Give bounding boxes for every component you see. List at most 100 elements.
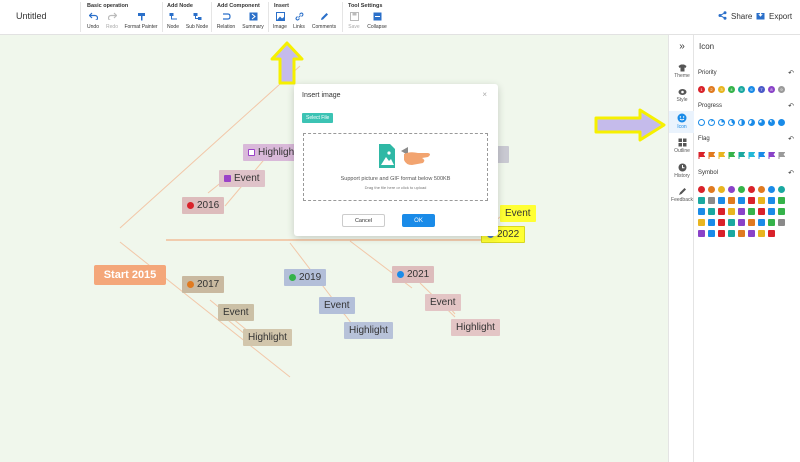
progress-100-icon[interactable] [778, 119, 785, 126]
flag-yellow-icon[interactable] [718, 152, 725, 159]
flag-orange-icon[interactable] [708, 152, 715, 159]
symbol-coffee-icon[interactable] [738, 230, 745, 237]
symbol-music-icon[interactable] [748, 197, 755, 204]
tab-icon[interactable]: Icon [669, 111, 695, 133]
symbol-note-icon[interactable] [728, 197, 735, 204]
symbol-minus-icon[interactable] [768, 186, 775, 193]
progress-50-icon[interactable] [738, 119, 745, 126]
priority-6-icon[interactable]: 6 [748, 86, 755, 93]
tab-history[interactable]: History [669, 163, 695, 179]
symbol-lock-icon[interactable] [768, 208, 775, 215]
add-subnode-button[interactable]: Sub Node [182, 11, 212, 30]
priority-8-icon[interactable]: 8 [768, 86, 775, 93]
tab-feedback[interactable]: Feedback [669, 187, 695, 203]
tab-theme[interactable]: Theme [669, 64, 695, 79]
priority-2-icon[interactable]: 2 [708, 86, 715, 93]
symbol-cart-icon[interactable] [768, 230, 775, 237]
progress-12-icon[interactable] [708, 119, 715, 126]
cancel-button[interactable]: Cancel [342, 214, 385, 227]
symbol-folder-icon[interactable] [728, 208, 735, 215]
reset-icon[interactable]: ↶ [788, 135, 794, 143]
node-2019[interactable]: 2019 [284, 269, 327, 286]
node-2021[interactable]: 2021 [392, 266, 435, 283]
tab-outline[interactable]: Outline [669, 138, 695, 154]
symbol-idea-icon[interactable] [758, 230, 765, 237]
node-2017[interactable]: 2017 [182, 276, 225, 293]
flag-gray-icon[interactable] [778, 152, 785, 159]
symbol-check-icon[interactable] [738, 186, 745, 193]
tab-style[interactable]: Style [669, 88, 695, 103]
node-2019-event[interactable]: Event [319, 297, 355, 314]
node-2019-highlight[interactable]: Highlight [344, 322, 393, 339]
close-icon[interactable]: × [482, 90, 487, 99]
symbol-user-icon[interactable] [758, 219, 765, 226]
node-2016-event[interactable]: Event [219, 170, 265, 187]
symbol-trophy-icon[interactable] [698, 230, 705, 237]
symbol-clock-icon[interactable] [708, 219, 715, 226]
symbol-key-icon[interactable] [748, 230, 755, 237]
symbol-search-icon[interactable] [738, 197, 745, 204]
symbol-book-icon[interactable] [708, 208, 715, 215]
collapse-button[interactable]: Collapse [362, 11, 392, 30]
symbol-light-icon[interactable] [698, 219, 705, 226]
symbol-pin-icon[interactable] [748, 208, 755, 215]
flag-blue-icon[interactable] [758, 152, 765, 159]
priority-1-icon[interactable]: 1 [698, 86, 705, 93]
document-title[interactable]: Untitled [16, 11, 47, 21]
symbol-alarm-icon[interactable] [718, 219, 725, 226]
relation-button[interactable]: Relation [211, 11, 241, 30]
symbol-chat-icon[interactable] [698, 197, 705, 204]
select-file-button[interactable]: Select File [302, 113, 334, 123]
symbol-tag-icon[interactable] [778, 219, 785, 226]
node-2017-highlight[interactable]: Highlight [243, 329, 292, 346]
symbol-bell-icon[interactable] [758, 197, 765, 204]
progress-75-icon[interactable] [758, 119, 765, 126]
root-node[interactable]: Start 2015 [94, 265, 166, 285]
symbol-chart-icon[interactable] [778, 208, 785, 215]
symbol-flag-icon[interactable] [768, 219, 775, 226]
symbol-smile-icon[interactable] [718, 230, 725, 237]
share-button[interactable]: Share [718, 11, 752, 22]
symbol-home-icon[interactable] [708, 230, 715, 237]
priority-5-icon[interactable]: 5 [738, 86, 745, 93]
export-button[interactable]: Export [756, 11, 792, 22]
upload-dropzone[interactable]: Support picture and GIF format below 500… [303, 133, 488, 201]
symbol-stop-icon[interactable] [698, 186, 705, 193]
symbol-question-icon[interactable] [718, 186, 725, 193]
symbol-mail-icon[interactable] [698, 208, 705, 215]
symbol-warning-icon[interactable] [758, 186, 765, 193]
format-painter-button[interactable]: Format Painter [124, 11, 158, 30]
symbol-info-icon[interactable] [728, 186, 735, 193]
collapse-panel-button[interactable]: » [669, 41, 695, 52]
progress-62-icon[interactable] [748, 119, 755, 126]
ok-button[interactable]: OK [402, 214, 435, 227]
symbol-heart-icon[interactable] [718, 208, 725, 215]
symbol-fire-icon[interactable] [748, 219, 755, 226]
node-2021-highlight[interactable]: Highlight [451, 319, 500, 336]
symbol-cloud-icon[interactable] [728, 219, 735, 226]
symbol-cross-icon[interactable] [748, 186, 755, 193]
symbol-star-icon[interactable] [778, 186, 785, 193]
symbol-calendar-icon[interactable] [758, 208, 765, 215]
flag-green-icon[interactable] [728, 152, 735, 159]
progress-37-icon[interactable] [728, 119, 735, 126]
symbol-phone-icon[interactable] [778, 197, 785, 204]
symbol-camera-icon[interactable] [768, 197, 775, 204]
node-2016[interactable]: 2016 [182, 197, 225, 214]
progress-0-icon[interactable] [698, 119, 705, 126]
insert-comments-button[interactable]: Comments [309, 11, 339, 30]
priority-9-icon[interactable]: 9 [778, 86, 785, 93]
reset-icon[interactable]: ↶ [788, 169, 794, 177]
symbol-trash-icon[interactable] [708, 197, 715, 204]
priority-3-icon[interactable]: 3 [718, 86, 725, 93]
node-2017-event[interactable]: Event [218, 304, 254, 321]
flag-purple-icon[interactable] [768, 152, 775, 159]
flag-cyan-icon[interactable] [748, 152, 755, 159]
symbol-rocket-icon[interactable] [728, 230, 735, 237]
priority-4-icon[interactable]: 4 [728, 86, 735, 93]
priority-7-icon[interactable]: 7 [758, 86, 765, 93]
flag-red-icon[interactable] [698, 152, 705, 159]
summary-button[interactable]: Summary [238, 11, 268, 30]
flag-teal-icon[interactable] [738, 152, 745, 159]
reset-icon[interactable]: ↶ [788, 69, 794, 77]
